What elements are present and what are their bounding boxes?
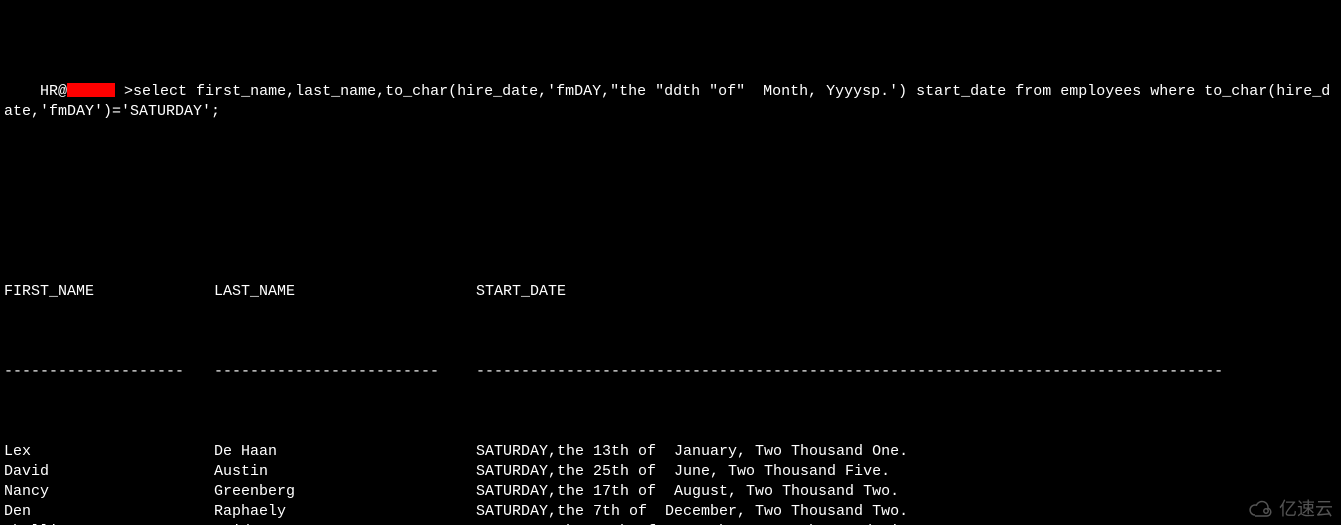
redacted-host-icon	[67, 83, 115, 97]
cloud-icon	[1247, 500, 1275, 518]
result-rows: LexDe HaanSATURDAY,the 13th of January, …	[4, 442, 1337, 525]
cell-start-date: SATURDAY,the 13th of January, Two Thousa…	[476, 442, 1337, 462]
table-row: LexDe HaanSATURDAY,the 13th of January, …	[4, 442, 1337, 462]
cell-first-name: Den	[4, 502, 214, 522]
cell-last-name: Greenberg	[214, 482, 476, 502]
sql-statement: select first_name,last_name,to_char(hire…	[4, 83, 1330, 120]
cell-last-name: Raphaely	[214, 502, 476, 522]
table-row: DenRaphaelySATURDAY,the 7th of December,…	[4, 502, 1337, 522]
cell-last-name: Austin	[214, 462, 476, 482]
cell-start-date: SATURDAY,the 7th of December, Two Thousa…	[476, 502, 1337, 522]
sql-prompt-line: HR@ >select first_name,last_name,to_char…	[4, 62, 1337, 142]
header-start-date: START_DATE	[476, 282, 1337, 302]
cell-first-name: Nancy	[4, 482, 214, 502]
cell-last-name: De Haan	[214, 442, 476, 462]
header-last-name: LAST_NAME	[214, 282, 476, 302]
table-row: DavidAustinSATURDAY,the 25th of June, Tw…	[4, 462, 1337, 482]
prompt-host: HR@	[40, 83, 67, 100]
terminal-output[interactable]: HR@ >select first_name,last_name,to_char…	[0, 0, 1341, 525]
prompt-arrow: >	[115, 83, 133, 100]
header-first-name: FIRST_NAME	[4, 282, 214, 302]
watermark: 亿速云	[1247, 499, 1333, 519]
separator-last: -------------------------	[214, 362, 476, 382]
blank-line	[4, 202, 1337, 222]
separator-first: --------------------	[4, 362, 214, 382]
cell-start-date: SATURDAY,the 17th of August, Two Thousan…	[476, 482, 1337, 502]
separator-row: -------------------- -------------------…	[4, 362, 1337, 382]
cell-first-name: Lex	[4, 442, 214, 462]
separator-start: ----------------------------------------…	[476, 362, 1337, 382]
watermark-text: 亿速云	[1279, 499, 1333, 519]
cell-start-date: SATURDAY,the 25th of June, Two Thousand …	[476, 462, 1337, 482]
cell-first-name: David	[4, 462, 214, 482]
table-row: NancyGreenbergSATURDAY,the 17th of Augus…	[4, 482, 1337, 502]
header-row: FIRST_NAME LAST_NAME START_DATE	[4, 282, 1337, 302]
